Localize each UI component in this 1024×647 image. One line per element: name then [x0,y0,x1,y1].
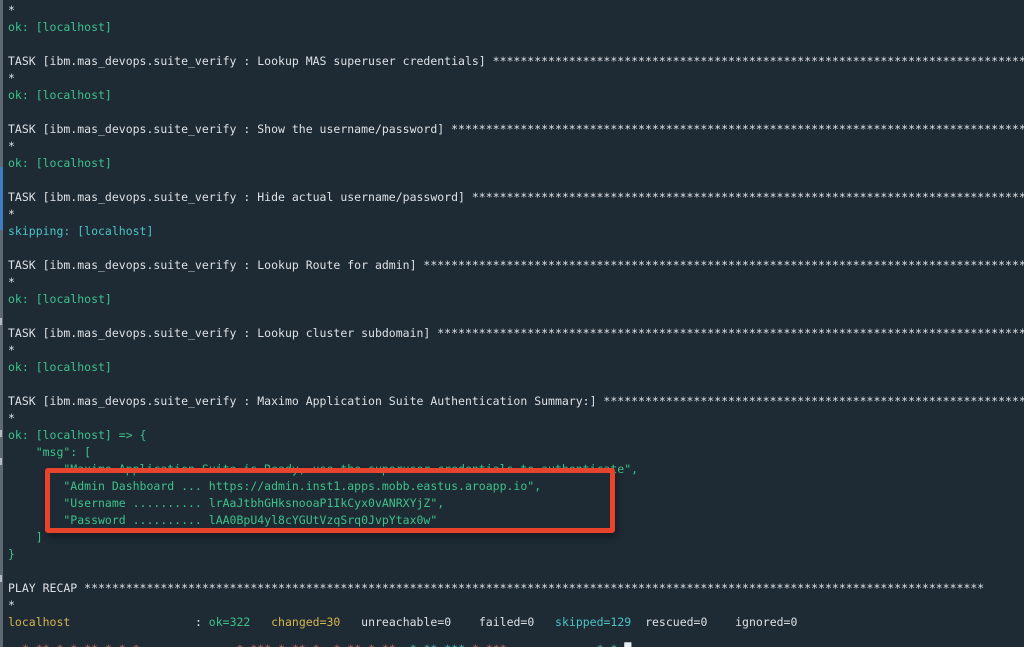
recap-unreachable: unreachable=0 [361,615,451,629]
edge-notch [0,430,2,437]
left-edge-strip [0,0,3,647]
blank-line [8,104,1024,121]
terminal-screen[interactable]: *ok: [localhost]TASK [ibm.mas_devops.sui… [0,0,1024,647]
partial-text: * ** * * ** * * * [22,642,140,647]
blank-line [8,240,1024,257]
blank-line [8,36,1024,53]
recap-skipped: skipped=129 [555,615,631,629]
task-line: TASK [ibm.mas_devops.suite_verify : Show… [8,121,1024,138]
partial-text: * ** *** [410,642,465,647]
task-line: TASK [ibm.mas_devops.suite_verify : Hide… [8,189,1024,206]
status-line: ok: [localhost] => { [8,427,1024,444]
partial-spacer [320,642,334,647]
clipped-partial-line: * ** * * ** * * * * *** * ** * * ** * **… [8,641,631,647]
play-recap-line: PLAY RECAP *****************************… [8,580,1024,597]
recap-separator: : [195,615,209,629]
recap-ignored: ignored=0 [735,615,797,629]
recap-failed: failed=0 [479,615,534,629]
task-line: TASK [ibm.mas_devops.suite_verify : Maxi… [8,393,1024,410]
recap-rescued: rescued=0 [645,615,707,629]
wrap-line: * [8,410,1024,427]
blank-line [8,376,1024,393]
partial-spacer [140,642,237,647]
recap-spacer [70,615,195,629]
wrap-line: * [8,206,1024,223]
recap-changed: changed=30 [271,615,340,629]
terminal-output: *ok: [localhost]TASK [ibm.mas_devops.sui… [0,0,1024,647]
recap-spacer [451,615,479,629]
msg-line: "msg": [ [8,444,1024,461]
wrap-line: * [8,2,1024,19]
task-line: TASK [ibm.mas_devops.suite_verify : Look… [8,325,1024,342]
recap-ok: ok=322 [209,615,251,629]
partial-spacer [396,642,410,647]
recap-host: localhost [8,615,70,629]
status-line: ok: [localhost] [8,359,1024,376]
blank-line [8,308,1024,325]
recap-line: localhost : ok=322 changed=30 unreachabl… [8,614,1024,631]
partial-spacer [465,642,472,647]
status-line: skipping: [localhost] [8,223,1024,240]
status-line: ok: [localhost] [8,291,1024,308]
partial-text: * *** [472,642,507,647]
msg-line: } [8,546,1024,563]
wrap-line: * [8,138,1024,155]
status-line: ok: [localhost] [8,155,1024,172]
credentials-highlight-box [45,468,615,533]
task-line: TASK [ibm.mas_devops.suite_verify : Look… [8,257,1024,274]
recap-spacer [340,615,361,629]
wrap-line: * [8,274,1024,291]
edge-notch [0,318,2,325]
status-line: ok: [localhost] [8,19,1024,36]
edge-notch [0,458,2,465]
recap-spacer [631,615,645,629]
partial-text: * * [597,642,618,647]
partial-text: * ** * ** [333,642,395,647]
terminal-cursor: █ [624,642,631,647]
wrap-line: * [8,597,1024,614]
partial-spacer [507,642,597,647]
blank-line [8,563,1024,580]
task-line: TASK [ibm.mas_devops.suite_verify : Look… [8,53,1024,70]
blank-line [8,172,1024,189]
partial-spacer [8,642,22,647]
recap-spacer [707,615,735,629]
recap-spacer [250,615,271,629]
partial-text: * *** * ** * [237,642,320,647]
wrap-line: * [8,342,1024,359]
wrap-line: * [8,70,1024,87]
recap-spacer [534,615,555,629]
edge-notch [0,575,2,582]
status-line: ok: [localhost] [8,87,1024,104]
edge-scroll-indicator [0,167,3,230]
